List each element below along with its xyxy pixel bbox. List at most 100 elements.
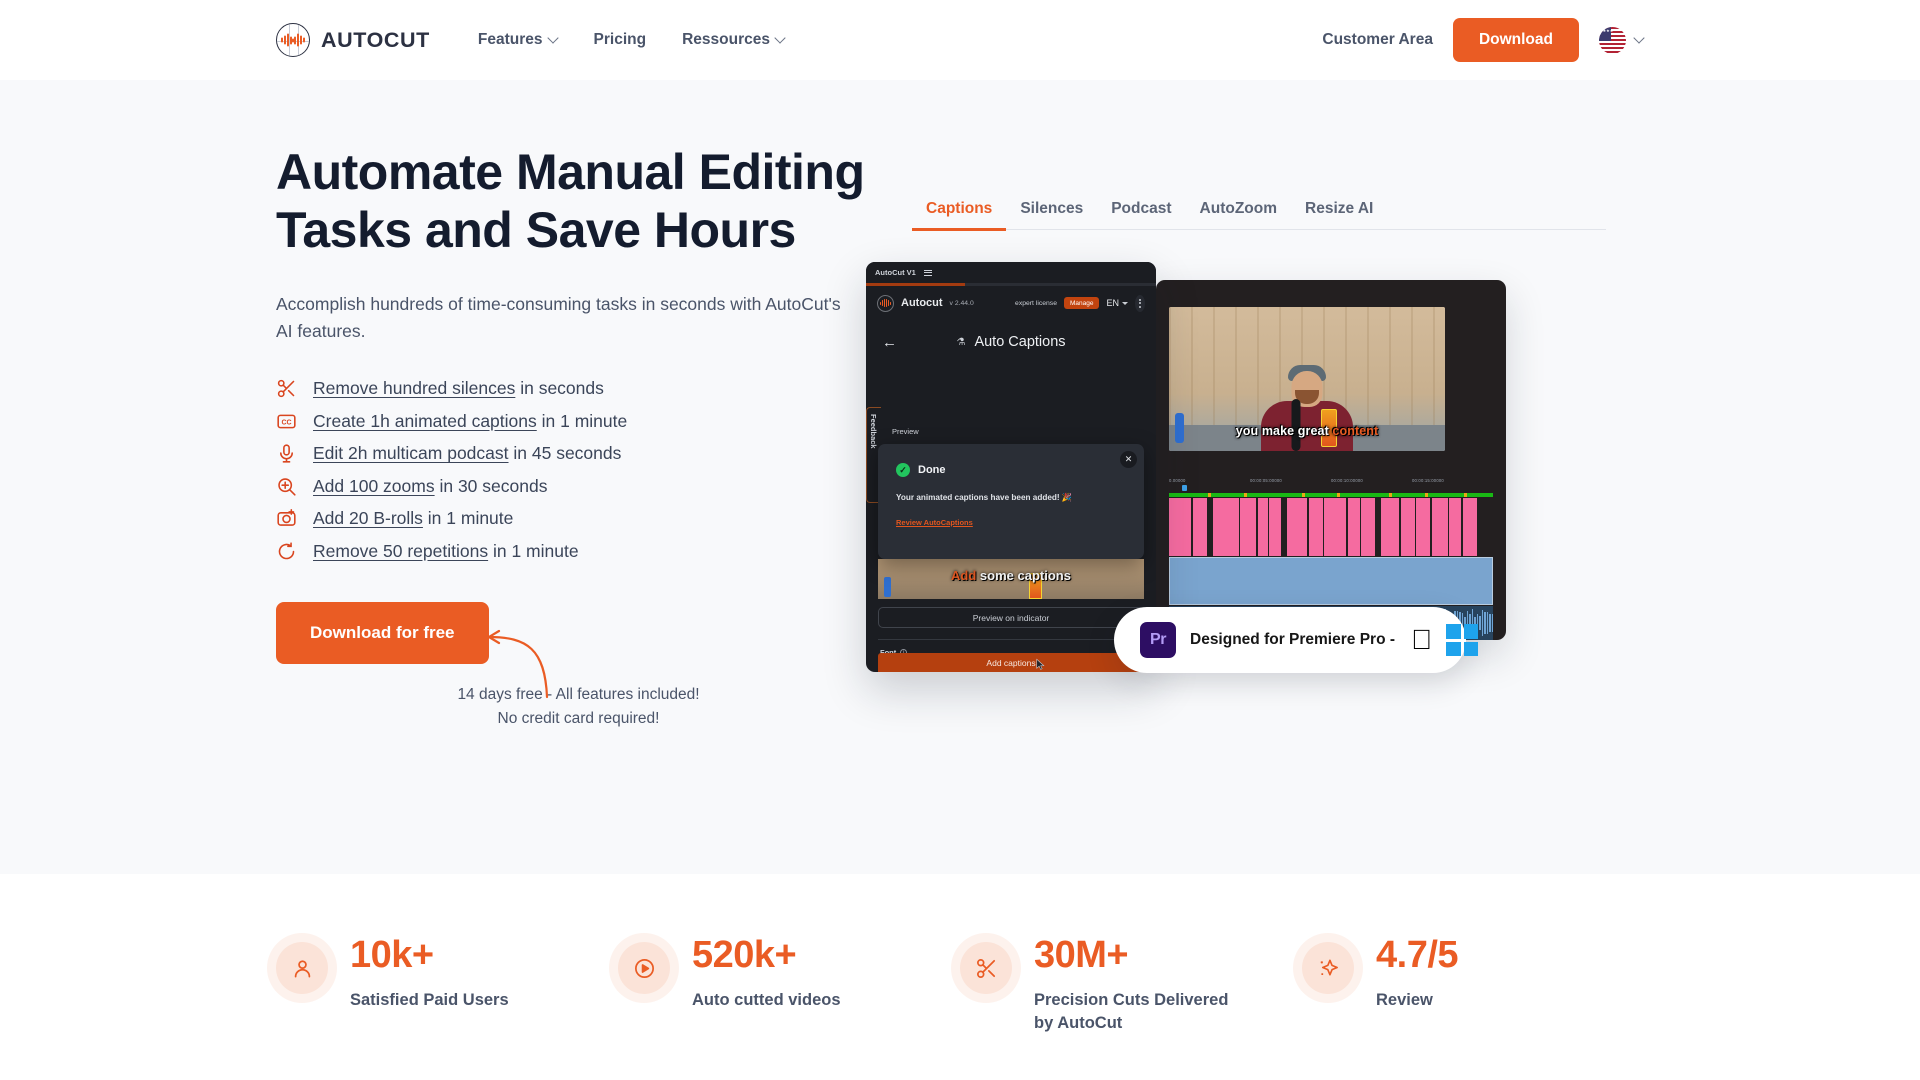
autocut-logo-icon: [276, 23, 310, 57]
tab-silences[interactable]: Silences: [1006, 200, 1097, 229]
hero-left-column: Automate Manual Editing Tasks and Save H…: [276, 80, 866, 874]
brand-logo[interactable]: AUTOCUT: [276, 23, 430, 57]
windows-logo-icon: [1446, 624, 1479, 656]
feature-rest: in 45 seconds: [508, 443, 622, 464]
timeline-caption-track[interactable]: [1169, 498, 1493, 556]
zoom-in-icon: [276, 476, 297, 497]
feature-text: Add 100 zooms in 30 seconds: [313, 476, 547, 497]
autocut-logo-icon: [877, 294, 894, 312]
review-autocaptions-link[interactable]: Review AutoCaptions: [878, 503, 1144, 527]
timecode-label: 00:00:15:00000: [1412, 478, 1444, 483]
stat-item: 520k+ Auto cutted videos: [618, 934, 960, 1035]
back-arrow-icon[interactable]: ←: [882, 334, 897, 351]
preview-caption-text: Add some captions: [878, 568, 1144, 583]
cta-area: Download for free 14 days free - All fea…: [276, 601, 836, 731]
feature-link: Remove 50 repetitions: [313, 540, 489, 561]
extension-title: AutoCut V1: [875, 268, 916, 277]
extension-page-title: ⚗ Auto Captions: [956, 334, 1065, 350]
list-item[interactable]: Add 100 zooms in 30 seconds: [276, 476, 866, 497]
play-icon: [618, 942, 670, 994]
hero-subtitle: Accomplish hundreds of time-consuming ta…: [276, 294, 841, 342]
preview-section-label: Preview: [892, 427, 919, 436]
modal-message: Your animated captions have been added! …: [896, 493, 1073, 502]
nav-item-ressources[interactable]: Ressources: [682, 31, 785, 49]
language-selector[interactable]: [1599, 26, 1644, 54]
video-preview: you make great content: [1169, 307, 1445, 451]
list-item[interactable]: Edit 2h multicam podcast in 45 seconds: [276, 443, 866, 464]
header-inner: AUTOCUT Features Pricing Ressources Cust…: [220, 18, 1700, 62]
autocut-extension-window: AutoCut V1 Autocut v 2.44.0 expert licen…: [866, 262, 1156, 672]
download-for-free-button[interactable]: Download for free: [276, 601, 489, 664]
site-header: AUTOCUT Features Pricing Ressources Cust…: [0, 0, 1920, 80]
list-item[interactable]: Remove hundred silences in seconds: [276, 378, 866, 399]
stat-label: Review: [1376, 990, 1433, 1009]
list-item[interactable]: Add 20 B-rolls in 1 minute: [276, 508, 866, 529]
tab-captions[interactable]: Captions: [912, 200, 1007, 231]
curved-arrow-icon: [487, 629, 549, 698]
list-item[interactable]: Remove 50 repetitions in 1 minute: [276, 541, 866, 562]
closed-caption-icon: CC: [276, 411, 297, 432]
timeline-render-bar: [1169, 493, 1493, 497]
timeline-ruler[interactable]: 0.00000 00:00:05:00000 00:00:10:00000 00…: [1169, 478, 1493, 491]
nav-item-pricing[interactable]: Pricing: [594, 31, 647, 49]
mouse-cursor-icon: [1036, 658, 1045, 670]
feature-text: Edit 2h multicam podcast in 45 seconds: [313, 443, 621, 464]
timeline-video-track[interactable]: [1169, 557, 1493, 605]
video-caption: you make great content: [1169, 424, 1445, 438]
tab-autozoom[interactable]: AutoZoom: [1186, 200, 1291, 229]
hero-section: Automate Manual Editing Tasks and Save H…: [0, 80, 1920, 874]
chevron-down-icon: [776, 34, 785, 43]
sparkle-icon: [1302, 942, 1354, 994]
caption-highlight: content: [1332, 424, 1379, 438]
stat-item: 30M+ Precision Cuts Delivered by AutoCut: [960, 935, 1302, 1035]
camera-plus-icon: [276, 508, 297, 529]
chevron-down-icon: [1122, 301, 1128, 305]
nav-label: Features: [477, 31, 543, 48]
microphone-icon: [276, 443, 297, 464]
feature-rest: in 30 seconds: [434, 475, 548, 496]
feature-rest: in 1 minute: [536, 410, 628, 431]
customer-area-link[interactable]: Customer Area: [1322, 31, 1433, 49]
tab-podcast[interactable]: Podcast: [1097, 200, 1185, 229]
page-title-label: Auto Captions: [974, 334, 1066, 350]
extension-titlebar: AutoCut V1: [866, 262, 1156, 283]
caption-highlight: Add: [951, 568, 977, 583]
playhead[interactable]: [1181, 485, 1187, 491]
nav-label: Pricing: [593, 31, 647, 48]
hamburger-menu-icon[interactable]: [923, 269, 932, 276]
badge-text: Designed for Premiere Pro -: [1190, 631, 1396, 648]
feedback-label: Feedback: [869, 414, 878, 449]
preview-on-indicator-button[interactable]: Preview on indicator: [878, 607, 1144, 628]
language-label: EN: [1106, 298, 1119, 308]
stat-value: 520k+: [692, 934, 797, 976]
cta-note-line-1: 14 days free - All features included!: [457, 685, 700, 703]
download-button[interactable]: Download: [1452, 18, 1579, 62]
divider: [878, 639, 1144, 640]
premiere-pro-icon: Pr: [1140, 622, 1176, 658]
modal-status-row: ✓ Done: [878, 444, 1144, 477]
close-icon[interactable]: ✕: [1120, 451, 1137, 468]
list-item[interactable]: CC Create 1h animated captions in 1 minu…: [276, 411, 866, 432]
done-modal: ✕ ✓ Done Your animated captions have bee…: [878, 444, 1144, 559]
extension-version: v 2.44.0: [949, 299, 974, 307]
more-options-icon[interactable]: [1135, 294, 1145, 312]
stat-label: Auto cutted videos: [692, 990, 841, 1009]
cta-note: 14 days free - All features included! No…: [351, 683, 806, 731]
feature-rest: in 1 minute: [488, 540, 579, 561]
extension-app-name: Autocut: [901, 297, 943, 309]
caption-plain: you make great: [1235, 424, 1333, 438]
check-circle-icon: ✓: [896, 463, 910, 477]
feature-link: Add 20 B-rolls: [313, 508, 423, 529]
cta-note-line-2: No credit card required!: [497, 709, 660, 727]
hero-right-column: Captions Silences Podcast AutoZoom Resiz…: [866, 80, 1644, 874]
stat-label: Satisfied Paid Users: [350, 990, 509, 1009]
add-captions-button[interactable]: Add captions: [878, 653, 1144, 672]
timecode-label: 00:00:05:00000: [1250, 478, 1282, 483]
manage-license-button[interactable]: Manage: [1063, 297, 1100, 309]
nav-item-features[interactable]: Features: [478, 31, 558, 49]
tab-resize-ai[interactable]: Resize AI: [1291, 200, 1387, 229]
modal-status-label: Done: [918, 464, 946, 476]
extension-language-selector[interactable]: EN: [1106, 298, 1128, 308]
repeat-icon: [276, 541, 297, 562]
product-tabs: Captions Silences Podcast AutoZoom Resiz…: [912, 200, 1606, 231]
